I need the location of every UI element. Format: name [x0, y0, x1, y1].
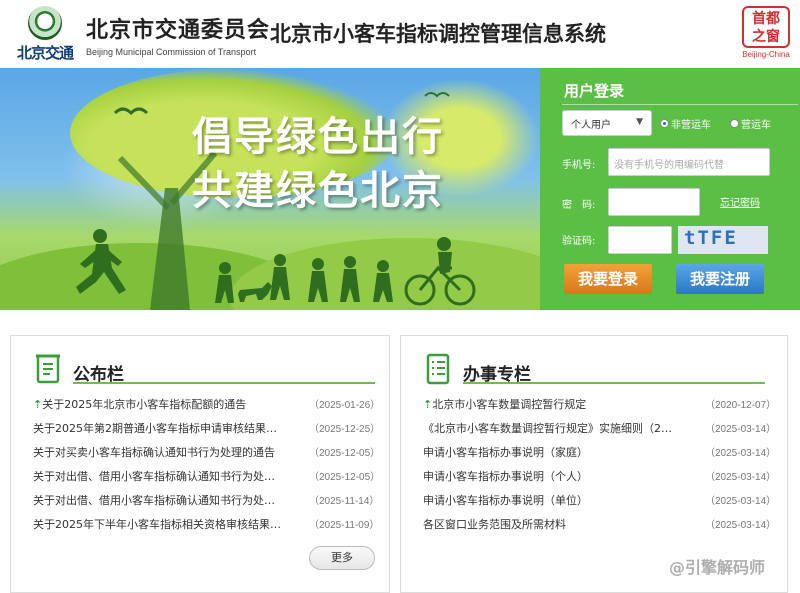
services-item-title[interactable]: 各区窗口业务范围及所需材料	[423, 516, 566, 532]
scroll-icon	[36, 354, 60, 384]
pin-top-icon: ⇡	[423, 398, 433, 411]
more-button[interactable]: 更多	[309, 546, 375, 570]
login-button[interactable]: 我要登录	[564, 264, 652, 294]
radio-unselected-icon	[730, 119, 739, 128]
radio-selected-icon	[660, 119, 669, 128]
radio-non-operating[interactable]: 非营运车	[660, 116, 711, 131]
login-divider	[562, 104, 798, 105]
slogan-line-1: 倡导绿色出行	[192, 114, 444, 160]
site-header: 北京交通 北京市交通委员会 Beijing Municipal Commissi…	[0, 0, 800, 68]
services-item-date: （2025-03-14）	[705, 448, 777, 459]
services-underline	[463, 382, 765, 384]
bulletin-item-date: （2025-12-05）	[309, 472, 381, 483]
document-list-icon	[426, 353, 450, 385]
captcha-image[interactable]: tTFE	[678, 226, 768, 254]
bulletin-item-title[interactable]: 关于2025年北京市小客车指标配额的通告	[42, 398, 246, 411]
badge-caption: Beijing-China	[742, 50, 790, 59]
chevron-down-icon: ▼	[636, 117, 643, 127]
bulletin-item-title[interactable]: 关于对出借、借用小客车指标确认通知书行为处…	[33, 492, 275, 508]
organization-name-en: Beijing Municipal Commission of Transpor…	[86, 47, 257, 57]
services-item-date: （2025-03-14）	[705, 424, 777, 435]
bulletin-item-date: （2025-11-14）	[309, 496, 380, 507]
bulletin-board-panel: 公布栏 ⇡关于2025年北京市小客车指标配额的通告 （2025-01-26） 关…	[10, 335, 390, 593]
logo-text: 北京交通	[16, 44, 74, 62]
services-item-title[interactable]: 申请小客车指标办事说明（家庭）	[423, 444, 588, 460]
password-input[interactable]	[608, 188, 700, 216]
organization-name-cn: 北京市交通委员会	[86, 18, 271, 43]
capital-window-icon: 首都 之窗	[742, 6, 790, 48]
radio-non-operating-label: 非营运车	[671, 120, 711, 131]
services-item-date: （2020-12-07）	[705, 400, 777, 411]
badge-line-1: 首都	[752, 11, 780, 27]
services-panel: 办事专栏 ⇡北京市小客车数量调控暂行规定 （2020-12-07） 《北京市小客…	[400, 335, 788, 593]
banner-slogan: 倡导绿色出行 共建绿色北京	[192, 110, 444, 218]
radio-operating-label: 营运车	[741, 120, 771, 131]
captcha-input[interactable]	[608, 226, 672, 254]
organization-name: 北京市交通委员会 Beijing Municipal Commission of…	[86, 12, 270, 57]
user-type-selected: 个人用户	[571, 120, 611, 131]
services-item-date: （2025-03-14）	[705, 472, 777, 483]
bulletin-item-date: （2025-12-05）	[309, 448, 381, 459]
green-travel-banner: 倡导绿色出行 共建绿色北京	[0, 68, 540, 310]
badge-line-2: 之窗	[752, 29, 780, 45]
bulletin-item-date: （2025-11-09）	[309, 520, 380, 531]
phone-label: 手机号:	[562, 160, 596, 171]
bulletin-item-title[interactable]: 关于对出借、借用小客车指标确认通知书行为处…	[33, 468, 275, 484]
captcha-label: 验证码:	[562, 236, 596, 247]
bulletin-underline	[73, 382, 375, 384]
phone-input[interactable]: 没有手机号的用编码代替	[608, 148, 770, 176]
password-label: 密 码:	[562, 200, 596, 211]
login-panel: 用户登录 个人用户 ▼ 非营运车 营运车 手机号: 没有手机号的用编码代替 密 …	[540, 68, 800, 310]
services-item-title[interactable]: 申请小客车指标办事说明（个人）	[423, 468, 588, 484]
services-item-date: （2025-03-14）	[705, 496, 777, 507]
pin-top-icon: ⇡	[33, 398, 43, 411]
watermark-text: @引擎解码师	[668, 558, 765, 577]
services-item-date: （2025-03-14）	[705, 520, 777, 531]
capital-window-badge[interactable]: 首都 之窗 Beijing-China	[742, 6, 790, 62]
forgot-password-link[interactable]: 忘记密码	[720, 194, 760, 209]
services-item-title[interactable]: 《北京市小客车数量调控暂行规定》实施细则（2…	[423, 420, 672, 436]
bulletin-title: 公布栏	[73, 364, 124, 385]
radio-operating[interactable]: 营运车	[730, 116, 771, 131]
bulletin-item-title[interactable]: 关于2025年下半年小客车指标相关资格审核结果…	[33, 516, 281, 532]
bulletin-item-title[interactable]: 关于2025年第2期普通小客车指标申请审核结果…	[33, 420, 277, 436]
beijing-transport-logo[interactable]: 北京交通	[14, 6, 76, 62]
login-title: 用户登录	[564, 82, 625, 100]
bulletin-item-date: （2025-01-26）	[309, 400, 381, 411]
bulletin-item-title[interactable]: 关于对买卖小客车指标确认通知书行为处理的通告	[33, 444, 275, 460]
bulletin-header: 公布栏	[33, 352, 124, 386]
services-item-title[interactable]: 申请小客车指标办事说明（单位）	[423, 492, 588, 508]
slogan-line-2: 共建绿色北京	[192, 168, 444, 214]
user-type-select[interactable]: 个人用户 ▼	[562, 110, 652, 136]
services-item-title[interactable]: 北京市小客车数量调控暂行规定	[432, 398, 586, 411]
services-header: 办事专栏	[423, 352, 531, 386]
services-title: 办事专栏	[463, 364, 531, 385]
phone-placeholder: 没有手机号的用编码代替	[614, 160, 724, 171]
system-title: 北京市小客车指标调控管理信息系统	[270, 22, 606, 46]
register-button[interactable]: 我要注册	[676, 264, 764, 294]
emblem-icon	[28, 6, 62, 40]
bulletin-item-date: （2025-12-25）	[309, 424, 381, 435]
